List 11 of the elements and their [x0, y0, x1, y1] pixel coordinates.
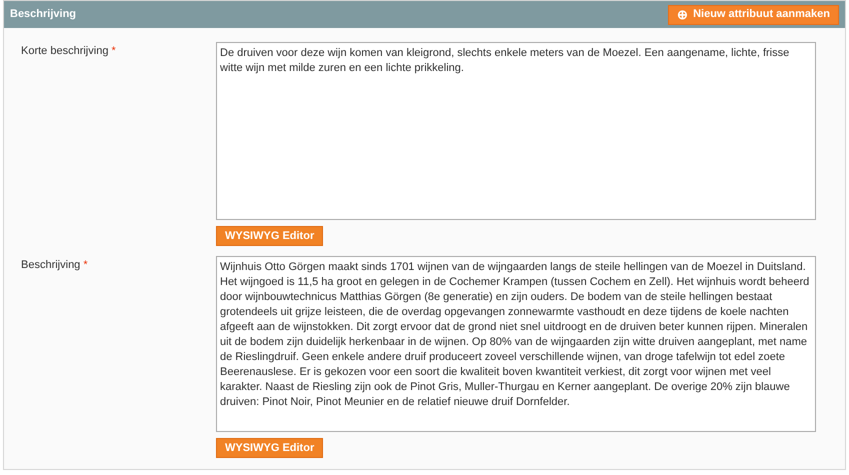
wysiwyg-editor-button[interactable]: WYSIWYG Editor — [216, 438, 324, 458]
section-title: Beschrijving — [10, 7, 76, 22]
new-attribute-button[interactable]: ⊕ Nieuw attribuut aanmaken — [668, 4, 839, 24]
plus-icon: ⊕ — [677, 8, 688, 21]
required-mark: * — [83, 258, 88, 273]
required-mark: * — [111, 44, 116, 59]
text-area[interactable]: Wijnhuis Otto Görgen maakt sinds 1701 wijnen van de wijngaarden langs de steile hellingen van de Moezel in Duitsland. Het wijngoed is 11,5 ha groot en gelegen in de Cochemer Krampen (tussen Cochem en Zell). Het wijnhuis wordt beheerd door wijnbouwtechnicus Matthias Görgen (8e generatie) en zijn ouders. De bodem van de steile hellingen bestaat grotendeels uit grijze leisteen, die de overdag opgevangen zonnewarmte vasthoudt en deze tijdens de koele nachten afgeeft aan de wijnstokken. Dit zorgt ervoor dat de grond niet snel uitdroogt en de druiven beter kunnen rijpen. Mineralen uit de bodem zijn duidelijk herkenbaar in de wijnen. Op 80% van de wijngaarden zijn witte druiven aangeplant, met name de Rieslingdruif. Geen enkele andere druif produceert zoveel verschillende wijnen, van droge tafelwijn tot edel zoete Beerenauslese. Er is gekozen voor een soort die kwaliteit boven kwantiteit verkiest, dit zorgt voor wijnen met veel karakter. Naast de Riesling zijn ook de Pinot Gris, Muller-Thurgau en Kerner aangeplant. De overige 20% zijn blauwe druiven: Pinot Noir, Pinot Meunier en de relatief nieuwe druif Dornfelder. — [216, 256, 816, 432]
field-label: Beschrijving — [21, 258, 80, 273]
text-area[interactable]: De druiven voor deze wijn komen van kleigrond, slechts enkele meters van de Moezel. Een aangename, lichte, frisse witte wijn met milde zuren en een lichte prikkeling. — [216, 42, 816, 220]
field-label: Korte beschrijving — [21, 44, 108, 59]
wysiwyg-editor-button[interactable]: WYSIWYG Editor — [216, 226, 324, 246]
